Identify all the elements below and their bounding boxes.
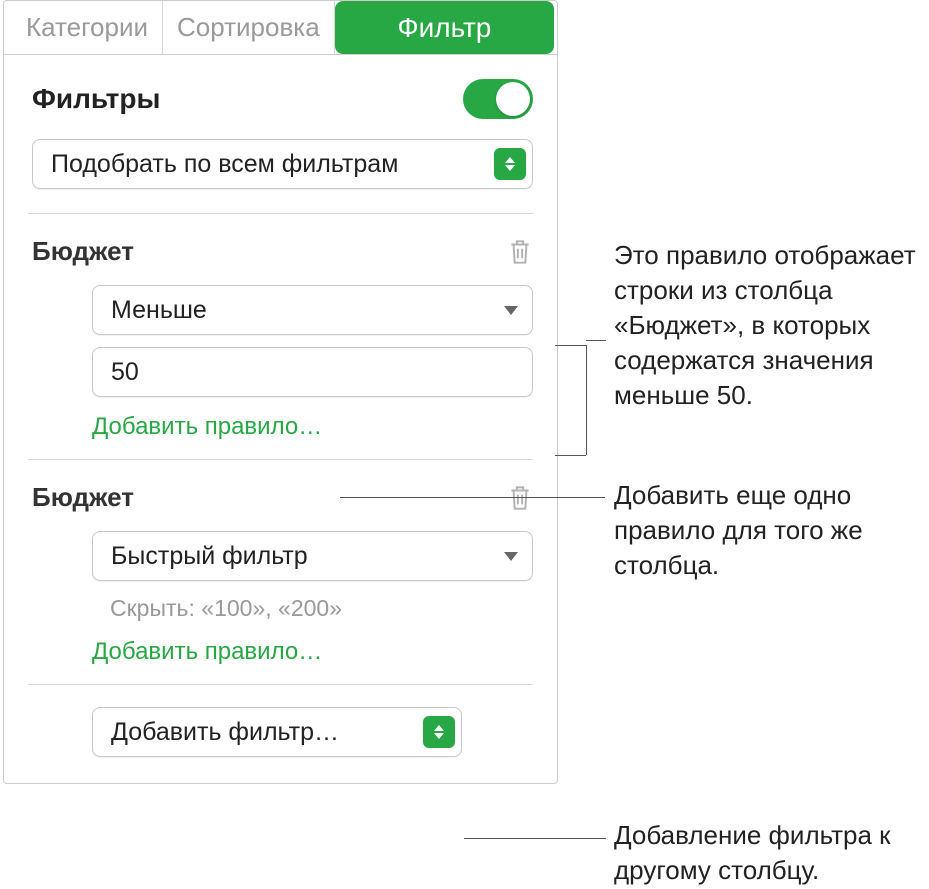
filter-panel: Категории Сортировка Фильтр Фильтры Подо… [3, 0, 558, 784]
filter-group-1: Бюджет Меньше 50 Добавить правило… [4, 214, 557, 459]
updown-icon [423, 716, 455, 748]
add-rule-link-1[interactable]: Добавить правило… [92, 413, 533, 441]
filters-header: Фильтры [4, 55, 557, 139]
value-text-1: 50 [111, 358, 139, 387]
tab-categories[interactable]: Категории [4, 1, 163, 54]
callout-line-3 [464, 838, 606, 839]
tab-sort[interactable]: Сортировка [163, 1, 335, 54]
filters-title: Фильтры [32, 83, 160, 115]
tab-bar: Категории Сортировка Фильтр [4, 1, 557, 55]
callout-add-rule-desc: Добавить еще одно правило для того же ст… [614, 478, 914, 583]
filter-column-name-1: Бюджет [32, 236, 134, 267]
callout-rule-desc: Это правило отображает строки из столбца… [614, 238, 924, 413]
callout-line-2 [340, 497, 605, 498]
callout-line-1b [555, 455, 586, 456]
callout-line-1c [586, 340, 606, 341]
tab-filter[interactable]: Фильтр [335, 1, 554, 54]
callout-line-1 [555, 345, 586, 346]
match-mode-row: Подобрать по всем фильтрам [4, 139, 557, 213]
add-rule-link-2[interactable]: Добавить правило… [92, 638, 533, 666]
hide-values-text: Скрыть: «100», «200» [110, 595, 533, 622]
filter-column-name-2: Бюджет [32, 482, 134, 513]
chevron-down-icon [504, 552, 518, 561]
add-filter-label: Добавить фильтр… [111, 718, 339, 747]
filter-group-2: Бюджет Быстрый фильтр Скрыть: «100», «20… [4, 460, 557, 684]
add-filter-dropdown[interactable]: Добавить фильтр… [92, 707, 462, 757]
filter-group-1-header: Бюджет [32, 236, 533, 267]
condition-dropdown-2[interactable]: Быстрый фильтр [92, 531, 533, 581]
filters-toggle[interactable] [463, 79, 533, 119]
callout-add-filter-desc: Добавление фильтра к другому столбцу. [614, 818, 924, 888]
value-input-1[interactable]: 50 [92, 347, 533, 397]
condition-label-1: Меньше [111, 296, 207, 325]
toggle-knob [496, 82, 530, 116]
callout-bracket-1 [586, 345, 587, 455]
add-filter-row: Добавить фильтр… [4, 685, 557, 783]
match-mode-dropdown[interactable]: Подобрать по всем фильтрам [32, 139, 533, 189]
condition-label-2: Быстрый фильтр [111, 542, 308, 571]
trash-icon[interactable] [507, 237, 533, 267]
match-mode-label: Подобрать по всем фильтрам [51, 150, 398, 179]
chevron-down-icon [504, 306, 518, 315]
condition-dropdown-1[interactable]: Меньше [92, 285, 533, 335]
updown-icon [494, 148, 526, 180]
